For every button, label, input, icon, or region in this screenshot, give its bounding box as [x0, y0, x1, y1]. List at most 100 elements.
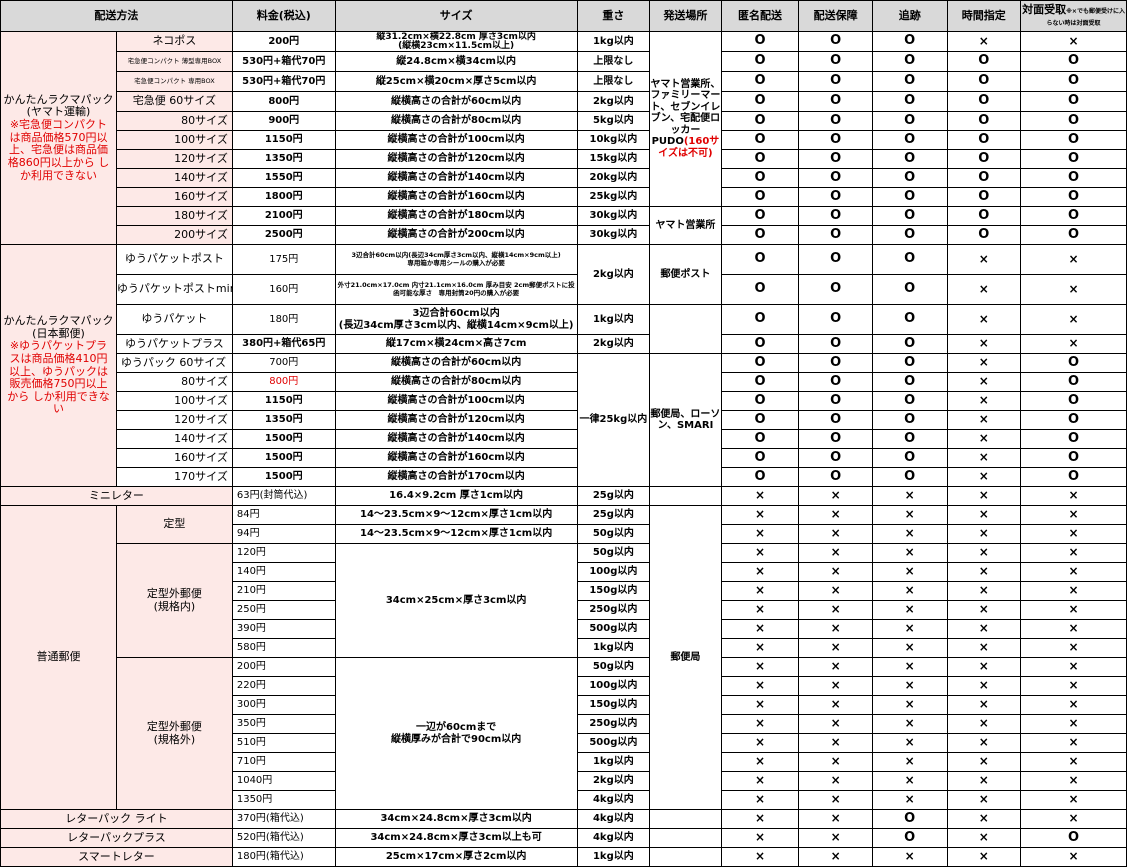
weight: 2kg以内 [576, 334, 651, 354]
group-note: ※宅急便コンパクトは商品価格570円以上、宅急便は商品価格860円以上から しか… [7, 118, 110, 182]
header-size: サイズ [334, 0, 578, 32]
circle-mark: O [1020, 828, 1127, 848]
table-row: 宅急便 60サイズ 800円 縦横高さの合計が60cm以内 2kg以内 O O O O O [1, 91, 1127, 112]
weight: 25g以内 [576, 505, 651, 525]
service-name: 120サイズ [115, 149, 233, 169]
table-row: 宅急便コンパクト 専用BOX 530円+箱代70円 縦25cm×横20cm×厚さ5c… [1, 71, 1127, 92]
cross-mark: × [871, 676, 948, 696]
circle-mark: O [871, 187, 948, 207]
weight: 150g以内 [576, 695, 651, 715]
circle-mark: O [946, 206, 1022, 226]
circle-mark: O [1020, 187, 1127, 207]
table-row: 100サイズ 1150円 縦横高さの合計が100cm以内 10kg以内 O O O O O [1, 130, 1127, 150]
circle-mark: O [798, 149, 873, 169]
cross-mark: × [1020, 714, 1127, 734]
service-name: ゆうパケット [115, 304, 233, 335]
cross-mark: × [871, 752, 948, 772]
size: 縦25cm×横20cm×厚さ5cm以内 [334, 71, 578, 92]
size: 縦横高さの合計が120cm以内 [334, 149, 578, 169]
cross-mark: × [798, 638, 873, 658]
price: 350円 [231, 714, 336, 734]
table-row: 140サイズ 1550円 縦横高さの合計が140cm以内 20kg以内 O O O O O [1, 168, 1127, 188]
cross-mark: × [871, 486, 948, 506]
price: 710円 [231, 752, 336, 772]
cross-mark: × [720, 714, 800, 734]
cross-mark: × [1020, 244, 1127, 275]
circle-mark: O [871, 31, 948, 52]
cross-mark: × [1020, 581, 1127, 601]
price: 120円 [231, 543, 336, 563]
cross-mark: × [946, 334, 1022, 354]
cross-mark: × [798, 847, 873, 867]
header-method: 配送方法 [0, 0, 233, 32]
weight: 1kg以内 [576, 638, 651, 658]
cross-mark: × [720, 505, 800, 525]
cross-mark: × [1020, 657, 1127, 677]
service-name: レターパックプラス [0, 828, 233, 848]
group-note: ※ゆうパケットプラスは商品価格410円以上、ゆうパックは販売価格750円以上から… [7, 339, 110, 416]
circle-mark: O [720, 410, 800, 430]
cross-mark: × [946, 391, 1022, 411]
cross-mark: × [946, 448, 1022, 468]
cross-mark: × [871, 562, 948, 582]
table-row: 80サイズ 900円 縦横高さの合計が80cm以内 5kg以内 O O O O O [1, 111, 1127, 131]
weight: 4kg以内 [576, 790, 651, 810]
cross-mark: × [720, 657, 800, 677]
size: 縦横高さの合計が170cm以内 [334, 467, 578, 487]
cross-mark: × [871, 733, 948, 753]
weight: 250g以内 [576, 714, 651, 734]
circle-mark: O [871, 372, 948, 392]
group-label: 普通郵便 [0, 505, 117, 810]
cross-mark: × [946, 790, 1022, 810]
circle-mark: O [1020, 149, 1127, 169]
circle-mark: O [871, 91, 948, 112]
circle-mark: O [871, 809, 948, 829]
table-row: 180サイズ 2100円 縦横高さの合計が180cm以内 30kg以内 ヤマト営業所 O O… [1, 206, 1127, 245]
circle-mark: O [720, 31, 800, 52]
price: 140円 [231, 562, 336, 582]
service-name: 170サイズ [115, 467, 233, 487]
service-name: 80サイズ [115, 372, 233, 392]
circle-mark: O [798, 353, 873, 373]
cross-mark: × [1020, 619, 1127, 639]
cross-mark: × [720, 771, 800, 791]
circle-mark: O [1020, 71, 1127, 92]
service-name-line: 定型外郵便 [146, 586, 202, 600]
service-name: 宅急便コンパクト 専用BOX [115, 71, 233, 92]
cross-mark: × [720, 486, 800, 506]
price: 220円 [231, 676, 336, 696]
cross-mark: × [720, 809, 800, 829]
price: 800円 [231, 372, 336, 392]
price: 2100円 [231, 206, 336, 226]
table-row: スマートレター 180円(箱代込) 25cm×17cm×厚さ2cm以内 1kg以内 × ×… [0, 847, 1127, 867]
origin [649, 847, 722, 867]
circle-mark: O [720, 149, 800, 169]
price: 1500円 [231, 467, 336, 487]
size: 縦横高さの合計が180cm以内 [334, 206, 578, 226]
service-name: 200サイズ [115, 225, 233, 245]
service-name: 160サイズ [115, 187, 233, 207]
circle-mark: O [798, 244, 873, 275]
weight: 1kg以内 [576, 304, 651, 335]
weight: 25g以内 [576, 486, 651, 506]
size: 縦横高さの合計が140cm以内 [334, 429, 578, 449]
origin [649, 486, 722, 506]
origin: 郵便ポスト [649, 244, 722, 305]
price: 520円(箱代込) [231, 828, 336, 848]
weight: 500g以内 [576, 619, 651, 639]
cross-mark: × [871, 524, 948, 544]
price: 160円 [231, 274, 336, 305]
origin: ヤマト営業所 [649, 206, 722, 245]
cross-mark: × [946, 714, 1022, 734]
circle-mark: O [720, 429, 800, 449]
price: 380円+箱代65円 [231, 334, 336, 354]
size: 縦横高さの合計が100cm以内 [334, 130, 578, 150]
size: 縦横高さの合計が200cm以内 [334, 225, 578, 245]
circle-mark: O [871, 225, 948, 245]
cross-mark: × [946, 828, 1022, 848]
circle-mark: O [720, 206, 800, 226]
cross-mark: × [720, 619, 800, 639]
circle-mark: O [1020, 225, 1127, 245]
cross-mark: × [946, 353, 1022, 373]
weight: 上限なし [576, 51, 651, 72]
